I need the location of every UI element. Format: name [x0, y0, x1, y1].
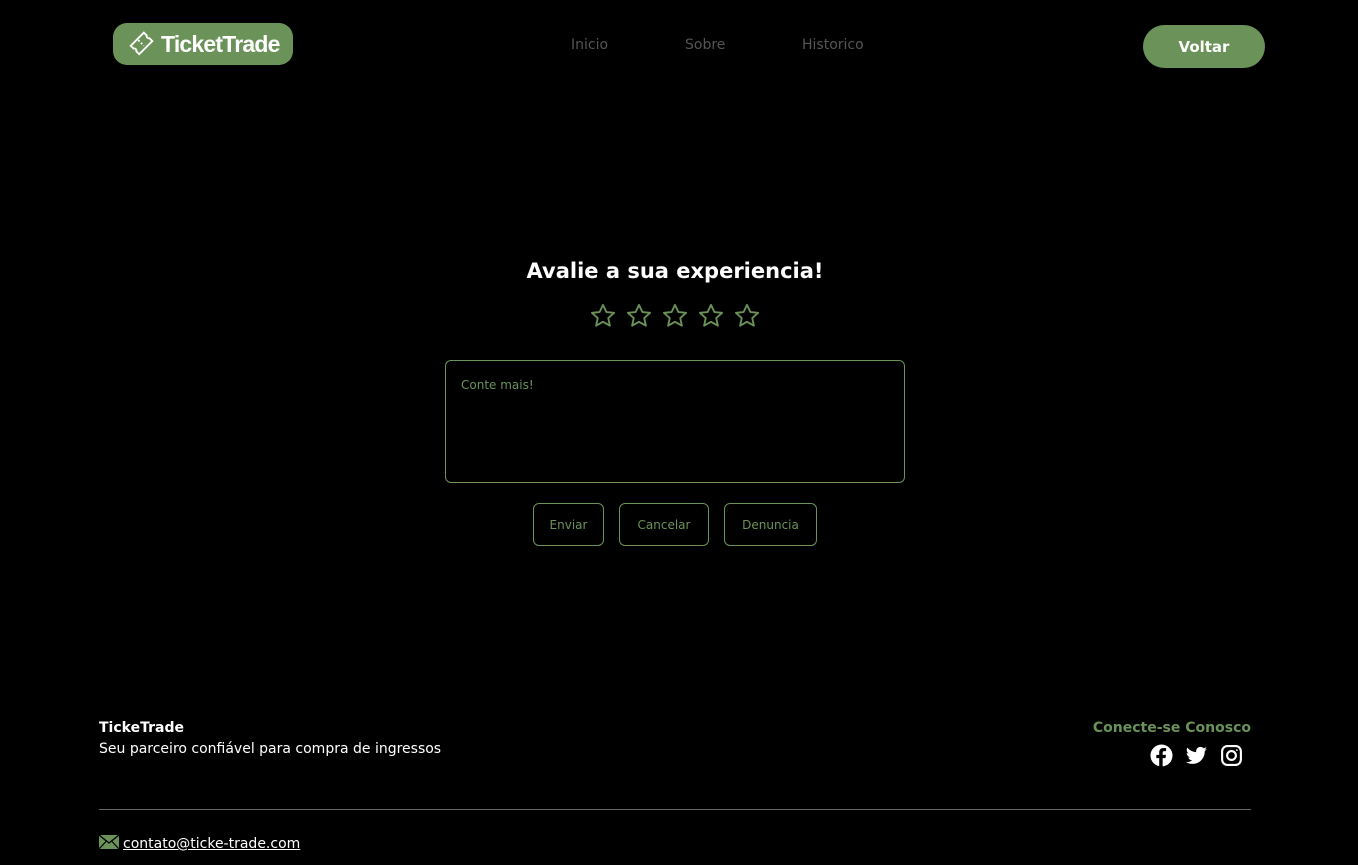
nav-link-inicio[interactable]: Inicio — [571, 37, 608, 53]
nav-link-sobre[interactable]: Sobre — [685, 37, 725, 53]
star-icon-2[interactable] — [625, 302, 653, 330]
facebook-icon[interactable] — [1150, 744, 1173, 767]
twitter-icon[interactable] — [1185, 744, 1208, 767]
report-button[interactable]: Denuncia — [724, 503, 817, 546]
send-button[interactable]: Enviar — [533, 503, 604, 546]
review-actions: Enviar Cancelar Denuncia — [0, 503, 1350, 546]
comment-textarea[interactable] — [445, 360, 905, 483]
footer-email: contato@ticke-trade.com — [98, 834, 300, 854]
star-icon-5[interactable] — [733, 302, 761, 330]
cancel-button[interactable]: Cancelar — [619, 503, 709, 546]
star-icon-1[interactable] — [589, 302, 617, 330]
social-links — [1150, 744, 1243, 767]
page-title: Avalie a sua experiencia! — [526, 259, 824, 283]
footer-tagline: Seu parceiro confiável para compra de in… — [99, 741, 442, 757]
envelope-icon — [98, 834, 120, 854]
back-button[interactable]: Voltar — [1143, 25, 1265, 68]
star-icon-3[interactable] — [661, 302, 689, 330]
nav-link-historico[interactable]: Historico — [802, 37, 864, 53]
footer-divider — [99, 809, 1251, 810]
footer-brand: TickeTrade — [99, 720, 184, 736]
star-rating — [589, 302, 761, 330]
email-link[interactable]: contato@ticke-trade.com — [123, 836, 300, 852]
instagram-icon[interactable] — [1220, 744, 1243, 767]
footer-connect-heading: Conecte-se Conosco — [1092, 720, 1251, 736]
star-icon-4[interactable] — [697, 302, 725, 330]
